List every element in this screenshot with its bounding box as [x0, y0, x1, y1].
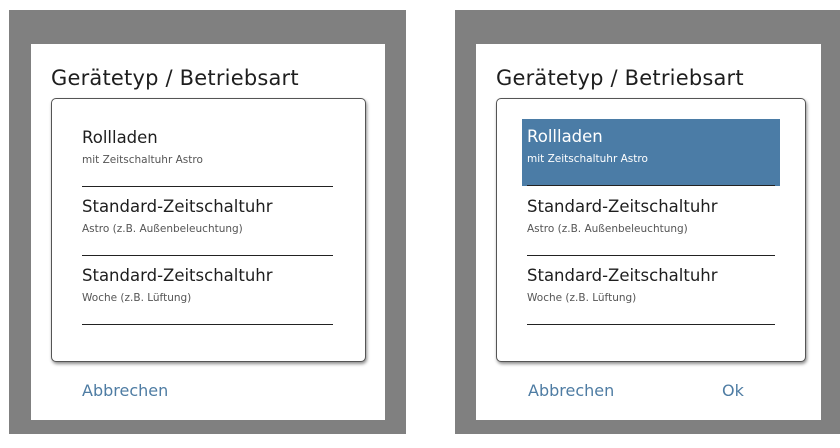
- left-screen-panel: Gerätetyp / Betriebsart Rollladen mit Ze…: [9, 10, 406, 434]
- ok-button[interactable]: Ok: [722, 381, 744, 400]
- option-title: Standard-Zeitschaltuhr: [527, 266, 718, 285]
- option-title: Standard-Zeitschaltuhr: [82, 197, 273, 216]
- divider: [82, 324, 333, 325]
- option-subtitle: mit Zeitschaltuhr Astro: [527, 153, 648, 165]
- right-screen-panel: Gerätetyp / Betriebsart Rollladen mit Ze…: [455, 10, 840, 434]
- option-rollladen[interactable]: Rollladen mit Zeitschaltuhr Astro: [522, 119, 780, 186]
- dialog-title: Gerätetyp / Betriebsart: [51, 66, 299, 90]
- option-standard-timer-astro[interactable]: Standard-Zeitschaltuhr Astro (z.B. Außen…: [82, 189, 333, 256]
- option-title: Rollladen: [527, 127, 603, 146]
- divider: [527, 324, 775, 325]
- option-title: Standard-Zeitschaltuhr: [82, 266, 273, 285]
- option-subtitle: Astro (z.B. Außenbeleuchtung): [527, 223, 688, 235]
- option-list: Rollladen mit Zeitschaltuhr Astro Standa…: [496, 98, 806, 362]
- option-standard-timer-astro[interactable]: Standard-Zeitschaltuhr Astro (z.B. Außen…: [522, 189, 780, 256]
- option-subtitle: Woche (z.B. Lüftung): [527, 292, 637, 304]
- divider: [82, 255, 333, 256]
- cancel-button[interactable]: Abbrechen: [528, 381, 614, 400]
- device-type-dialog: Gerätetyp / Betriebsart Rollladen mit Ze…: [476, 44, 821, 420]
- option-subtitle: Astro (z.B. Außenbeleuchtung): [82, 223, 243, 235]
- option-standard-timer-week[interactable]: Standard-Zeitschaltuhr Woche (z.B. Lüftu…: [522, 258, 780, 325]
- cancel-button[interactable]: Abbrechen: [82, 381, 168, 400]
- divider: [527, 185, 775, 186]
- device-type-dialog: Gerätetyp / Betriebsart Rollladen mit Ze…: [31, 44, 385, 420]
- option-title: Rollladen: [82, 128, 158, 147]
- option-rollladen[interactable]: Rollladen mit Zeitschaltuhr Astro: [82, 120, 333, 187]
- option-subtitle: Woche (z.B. Lüftung): [82, 292, 192, 304]
- option-title: Standard-Zeitschaltuhr: [527, 197, 718, 216]
- dialog-title: Gerätetyp / Betriebsart: [496, 66, 744, 90]
- option-standard-timer-week[interactable]: Standard-Zeitschaltuhr Woche (z.B. Lüftu…: [82, 258, 333, 325]
- option-list: Rollladen mit Zeitschaltuhr Astro Standa…: [51, 98, 366, 362]
- divider: [527, 255, 775, 256]
- divider: [82, 186, 333, 187]
- option-subtitle: mit Zeitschaltuhr Astro: [82, 154, 203, 166]
